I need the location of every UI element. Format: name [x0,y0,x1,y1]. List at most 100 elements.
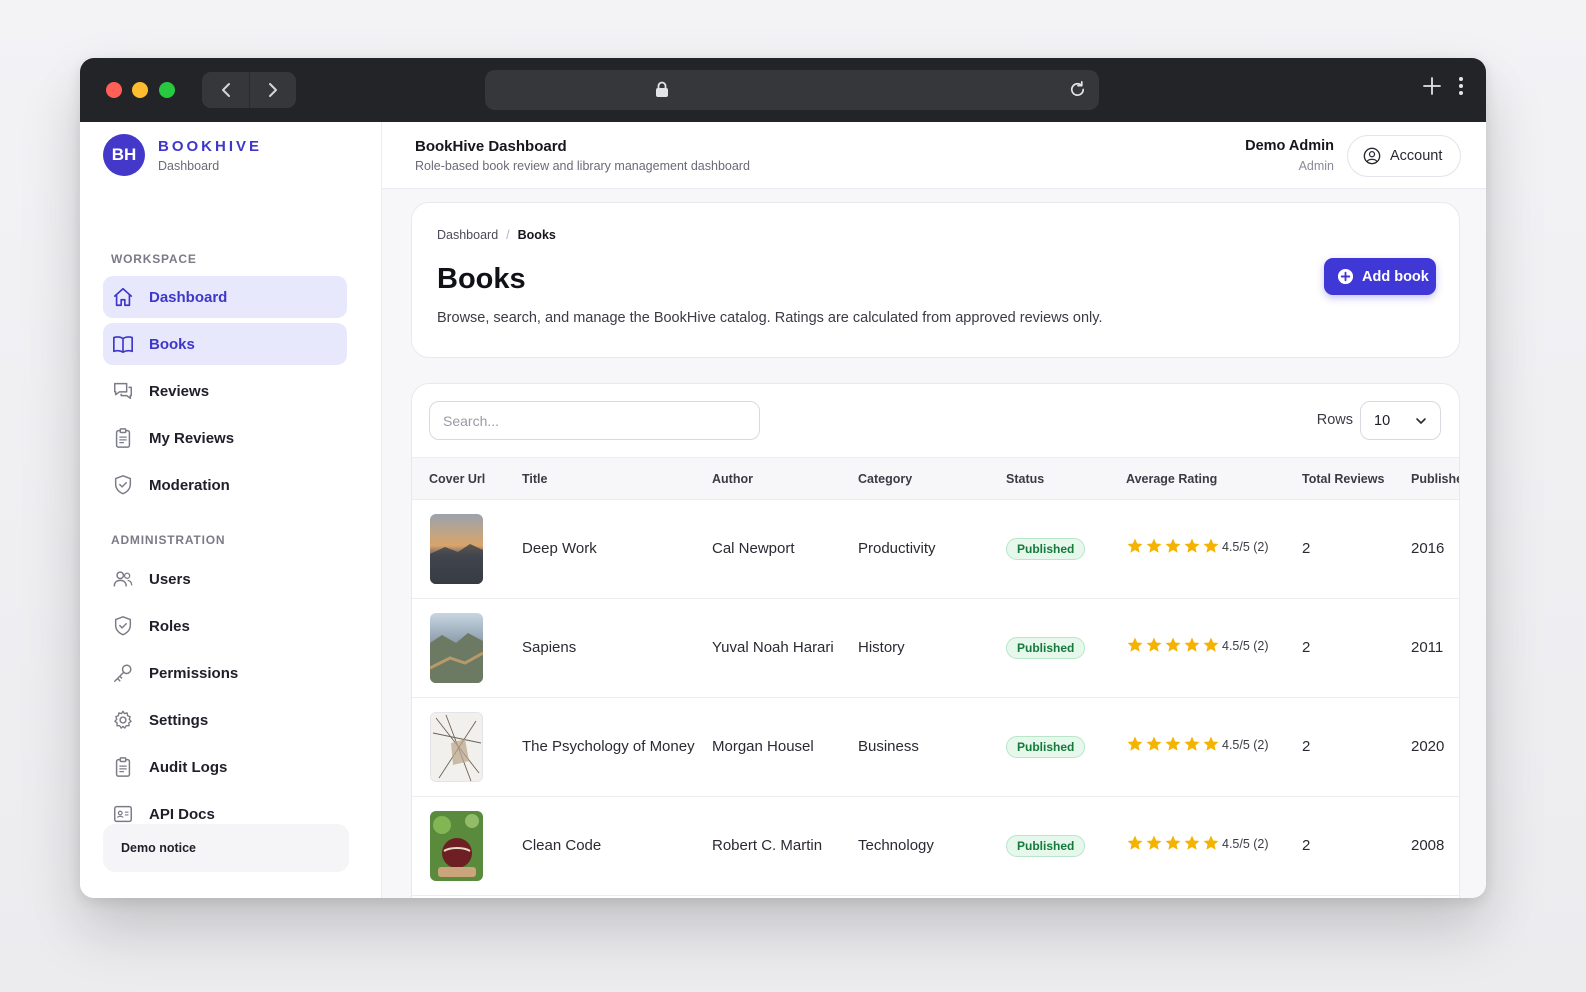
total-reviews: 2 [1302,639,1311,656]
star-icon [1184,538,1200,553]
minimize-window-button[interactable] [132,82,148,98]
sidebar-item-books[interactable]: Books [103,323,347,365]
published-year: 2020 [1411,738,1445,755]
header-subtitle: Role-based book review and library manag… [415,159,750,173]
add-book-button[interactable]: Add book [1324,258,1436,295]
id-card-icon [112,803,134,825]
main-content: BookHive Dashboard Role-based book revie… [382,122,1486,898]
sidebar-item-dashboard[interactable]: Dashboard [103,276,347,318]
column-header-category[interactable]: Category [858,472,912,486]
column-header-author[interactable]: Author [712,472,753,486]
star-icon [1203,637,1219,652]
table-row[interactable]: Clean Code Robert C. Martin Technology P… [412,797,1459,896]
book-title[interactable]: Deep Work [522,540,597,557]
total-reviews: 2 [1302,837,1311,854]
sidebar-item-my-reviews[interactable]: My Reviews [103,417,347,459]
rating-stars [1126,537,1220,555]
more-vertical-icon[interactable] [1458,76,1464,101]
breadcrumb: Dashboard / Books [437,228,556,242]
key-icon [112,662,134,684]
maximize-window-button[interactable] [159,82,175,98]
brand-name: BOOKHIVE [158,137,263,155]
status-badge: Published [1006,736,1086,758]
sidebar-item-label: Roles [149,617,190,635]
sidebar-item-audit-logs[interactable]: Audit Logs [103,746,347,788]
star-icon [1165,736,1181,751]
page-description: Browse, search, and manage the BookHive … [437,310,1103,326]
sidebar-item-label: Reviews [149,382,210,400]
sidebar-item-roles[interactable]: Roles [103,605,347,647]
book-category: Business [858,738,919,755]
gear-icon [112,709,134,731]
table-row[interactable]: Sapiens Yuval Noah Harari History Publis… [412,599,1459,698]
sidebar-item-users[interactable]: Users [103,558,347,600]
published-year: 2011 [1411,639,1444,656]
chat-icon [112,380,134,402]
user-role: Admin [1298,159,1334,173]
new-tab-plus-icon[interactable] [1422,76,1442,101]
total-reviews: 2 [1302,738,1311,755]
back-button[interactable] [202,72,249,108]
address-bar[interactable] [485,70,1099,110]
book-category: History [858,639,905,656]
rows-value: 10 [1374,412,1391,429]
book-title[interactable]: The Psychology of Money [522,738,695,755]
search-input[interactable] [429,401,760,440]
breadcrumb-dashboard[interactable]: Dashboard [437,228,498,242]
rating-stars [1126,834,1220,852]
chevron-right-icon [269,83,277,97]
user-info: Demo Admin Admin [1245,138,1334,173]
rows-per-page-select[interactable]: 10 [1360,401,1441,440]
clipboard-icon [112,756,134,778]
table-row[interactable]: The Psychology of Money Morgan Housel Bu… [412,698,1459,797]
star-icon [1146,835,1162,850]
column-header-average-rating[interactable]: Average Rating [1126,472,1217,486]
total-reviews: 2 [1302,540,1311,557]
browser-window: BH BOOKHIVE Dashboard WORKSPACE Dashboar… [80,58,1486,898]
status-badge: Published [1006,538,1086,560]
book-author: Yuval Noah Harari [712,639,834,656]
sidebar-item-moderation[interactable]: Moderation [103,464,347,506]
sidebar-item-settings[interactable]: Settings [103,699,347,741]
book-title[interactable]: Sapiens [522,639,576,656]
sidebar-item-label: My Reviews [149,429,235,447]
table-row[interactable]: Deep Work Cal Newport Productivity Publi… [412,500,1459,599]
sidebar-item-reviews[interactable]: Reviews [103,370,347,412]
star-icon [1127,637,1143,652]
star-icon [1184,835,1200,850]
star-icon [1127,538,1143,553]
book-icon [112,333,134,355]
sidebar-item-label: Users [149,570,191,588]
account-button[interactable]: Account [1347,135,1461,177]
sidebar-item-label: Books [149,335,195,353]
book-cover-image [430,514,483,584]
status-badge: Published [1006,835,1086,857]
reload-icon[interactable] [1068,80,1087,104]
book-cover-image [430,613,483,683]
star-icon [1146,736,1162,751]
brand-subtitle: Dashboard [158,158,220,173]
user-circle-icon [1363,147,1381,165]
sidebar-item-permissions[interactable]: Permissions [103,652,347,694]
close-window-button[interactable] [106,82,122,98]
star-icon [1203,538,1219,553]
column-header-cover-url[interactable]: Cover Url [429,472,485,486]
forward-button[interactable] [249,72,296,108]
book-title[interactable]: Clean Code [522,837,601,854]
published-year: 2016 [1411,540,1445,557]
rating-stars [1126,735,1220,753]
rating-text: 4.5/5 (2) [1222,540,1269,554]
plus-circle-icon [1337,268,1354,285]
brand[interactable]: BH BOOKHIVE Dashboard [103,134,262,176]
book-author: Morgan Housel [712,738,814,755]
star-icon [1146,538,1162,553]
column-header-total-reviews[interactable]: Total Reviews [1302,472,1384,486]
column-header-status[interactable]: Status [1006,472,1044,486]
column-header-published[interactable]: Published [1411,472,1459,486]
demo-notice: Demo notice [103,824,349,872]
book-category: Technology [858,837,934,854]
book-cover-image [430,712,483,782]
star-icon [1165,835,1181,850]
sidebar-item-label: Moderation [149,476,230,494]
column-header-title[interactable]: Title [522,472,547,486]
